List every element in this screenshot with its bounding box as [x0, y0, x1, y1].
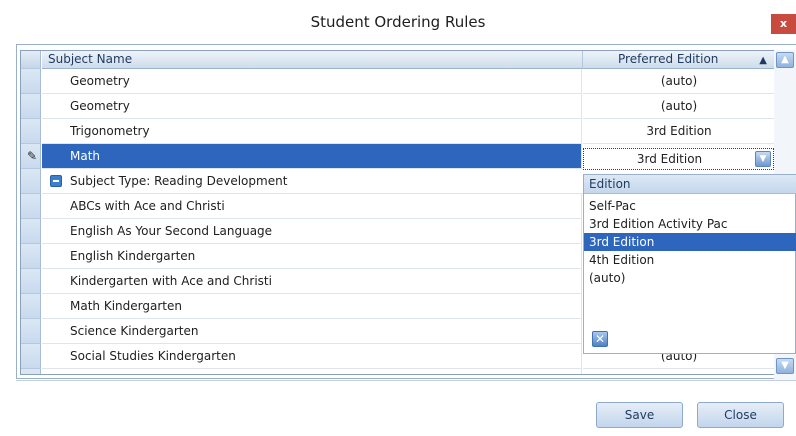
dropdown-option[interactable]: Self-Pac — [584, 197, 796, 215]
row-indicator[interactable] — [21, 244, 41, 269]
subject-name-cell[interactable]: Math Kindergarten — [42, 294, 582, 319]
subject-name-cell[interactable]: ABCs with Ace and Christi — [42, 194, 582, 219]
sort-ascending-icon: ▲ — [759, 55, 767, 66]
footer-divider — [16, 380, 796, 381]
edition-cell[interactable]: 3rd Edition — [583, 119, 775, 144]
subject-name-cell[interactable]: Geometry — [42, 94, 582, 119]
dropdown-option-selected[interactable]: 3rd Edition — [584, 233, 796, 251]
edition-dropdown[interactable]: Edition Self-Pac 3rd Edition Activity Pa… — [583, 174, 796, 354]
edition-cell[interactable]: (auto) — [583, 69, 775, 94]
dropdown-option[interactable]: 4th Edition — [584, 251, 796, 269]
close-window-button[interactable]: x — [771, 14, 796, 34]
close-button[interactable]: Close — [697, 402, 784, 428]
combo-value: 3rd Edition — [636, 152, 703, 166]
clear-value-icon[interactable]: ✕ — [592, 331, 608, 347]
chevron-down-icon[interactable]: ▼ — [755, 151, 771, 167]
subject-name-cell[interactable]: Trigonometry — [42, 119, 582, 144]
table-row[interactable] — [21, 369, 796, 374]
dropdown-header: Edition — [584, 175, 796, 194]
row-indicator[interactable] — [21, 219, 41, 244]
header-indicator-cell — [21, 51, 41, 69]
preferred-edition-label: Preferred Edition — [618, 52, 719, 66]
edit-pencil-icon: ✎ — [27, 149, 38, 163]
row-indicator[interactable] — [21, 269, 41, 294]
row-indicator[interactable] — [21, 319, 41, 344]
row-indicator[interactable] — [21, 119, 41, 144]
row-indicator[interactable]: ✎ — [21, 144, 41, 169]
dropdown-option[interactable]: 3rd Edition Activity Pac — [584, 215, 796, 233]
edition-cell[interactable]: (auto) — [583, 94, 775, 119]
group-title: Subject Type: Reading Development — [70, 174, 288, 188]
table-row[interactable]: Geometry (auto) — [21, 69, 796, 94]
subject-name-cell[interactable]: Geometry — [42, 69, 582, 94]
dialog-footer: Save Close — [0, 380, 796, 436]
grid-header: Subject Name Preferred Edition ▲ — [21, 51, 796, 69]
subject-name-cell[interactable]: Science Kindergarten — [42, 319, 582, 344]
window-title: Student Ordering Rules — [310, 13, 486, 31]
collapse-group-icon[interactable] — [50, 175, 62, 187]
subject-name-cell[interactable] — [42, 369, 582, 374]
row-indicator[interactable] — [21, 344, 41, 369]
dropdown-option[interactable]: (auto) — [584, 269, 796, 287]
column-header-subject-name[interactable]: Subject Name — [42, 51, 583, 69]
row-indicator[interactable] — [21, 94, 41, 119]
row-indicator[interactable] — [21, 169, 41, 194]
column-header-preferred-edition[interactable]: Preferred Edition ▲ — [583, 51, 778, 69]
row-indicator[interactable] — [21, 194, 41, 219]
save-button[interactable]: Save — [596, 402, 683, 428]
table-row[interactable]: Trigonometry 3rd Edition — [21, 119, 796, 144]
subject-name-cell[interactable]: English Kindergarten — [42, 244, 582, 269]
subject-name-cell[interactable]: Social Studies Kindergarten — [42, 344, 582, 369]
subject-name-cell[interactable]: Math — [42, 144, 582, 169]
scroll-up-icon[interactable]: ▲ — [776, 52, 794, 68]
row-indicator[interactable] — [21, 369, 41, 374]
row-indicator[interactable] — [21, 294, 41, 319]
subject-name-cell[interactable]: English As Your Second Language — [42, 219, 582, 244]
row-indicator[interactable] — [21, 69, 41, 94]
table-row[interactable]: Geometry (auto) — [21, 94, 796, 119]
preferred-edition-combo[interactable]: 3rd Edition ▼ — [583, 148, 774, 170]
scroll-down-icon[interactable]: ▼ — [776, 358, 794, 374]
subject-name-cell[interactable]: Kindergarten with Ace and Christi — [42, 269, 582, 294]
title-bar: Student Ordering Rules x — [0, 0, 796, 44]
